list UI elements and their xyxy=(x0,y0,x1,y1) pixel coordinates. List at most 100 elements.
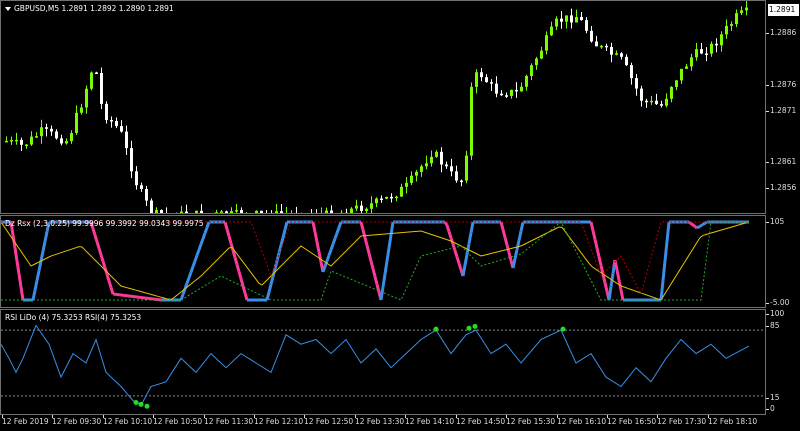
candle-body xyxy=(590,30,593,42)
price-tick: 1.2871 xyxy=(765,106,797,115)
candle-body xyxy=(220,211,223,213)
candle-body xyxy=(745,7,748,11)
rsx-fast-segment xyxy=(692,223,696,228)
candle-body xyxy=(10,140,13,142)
candle-body xyxy=(640,88,643,101)
candle-body xyxy=(215,212,218,213)
rsx-fast-segment xyxy=(337,221,343,229)
candle-body xyxy=(635,78,638,89)
rsx-fast-segment xyxy=(447,231,453,239)
candle-body xyxy=(150,200,153,213)
candle-body xyxy=(125,131,128,149)
candle-body xyxy=(650,100,653,103)
rsx-fast-segment xyxy=(315,241,321,253)
rsx-fast-segment xyxy=(265,291,271,301)
candle-body xyxy=(565,15,568,22)
candle-body xyxy=(430,156,433,164)
chevron-down-icon[interactable] xyxy=(5,7,11,11)
candle-body xyxy=(675,80,678,87)
candle-body xyxy=(390,196,393,199)
rsx-fast-segment xyxy=(702,221,706,226)
rsx-fast-segment xyxy=(33,280,39,291)
rsx-fast-segment xyxy=(663,241,669,262)
rsx-upper-band xyxy=(1,221,749,296)
time-label: 12 Feb 11:30 xyxy=(204,415,254,426)
rsx-fast-segment xyxy=(325,254,331,262)
candle-body xyxy=(260,210,263,213)
candle-body xyxy=(130,148,133,172)
candle-body xyxy=(575,16,578,23)
candle-body xyxy=(240,210,243,213)
rsx-fast-segment xyxy=(385,247,391,262)
candle-body xyxy=(120,126,123,132)
rsx-fast-segment xyxy=(363,237,369,246)
candle-body xyxy=(725,25,728,35)
time-label: 12 Feb 18:10 xyxy=(708,415,758,426)
time-label: 12 Feb 16:10 xyxy=(557,415,607,426)
candle-body xyxy=(500,93,503,96)
candle-body xyxy=(630,65,633,79)
rsx-fast-segment xyxy=(329,243,335,251)
candle-body xyxy=(180,211,183,213)
rsx-fast-segment xyxy=(507,252,513,261)
candle-body xyxy=(135,171,138,186)
time-label: 12 Feb 12:50 xyxy=(304,415,354,426)
candle-body xyxy=(740,10,743,14)
candle-body xyxy=(710,43,713,54)
chart-title: GBPUSD,M5 1.2891 1.2892 1.2890 1.2891 xyxy=(5,4,174,13)
candle-body xyxy=(735,13,738,25)
candle-body xyxy=(585,20,588,31)
rsx-fast-segment xyxy=(281,229,287,238)
candle-body xyxy=(550,26,553,36)
candle-body xyxy=(530,65,533,76)
candle-body xyxy=(355,205,358,209)
rsi-pane[interactable]: RSI LiDo (4) 75.3253 RSI(4) 75.3253 xyxy=(0,309,766,415)
candle-body xyxy=(20,139,23,145)
price-tick: 1.2861 xyxy=(765,157,797,166)
rsx-fast-segment xyxy=(333,232,339,240)
candle-body xyxy=(560,18,563,22)
rsx-fast-segment xyxy=(499,221,505,231)
rsx-fast-segment xyxy=(99,254,105,262)
rsx-fast-segment xyxy=(201,232,207,240)
candle-body xyxy=(375,198,378,204)
time-label: 12 Feb 12:10 xyxy=(254,415,304,426)
rsx-fast-segment xyxy=(15,260,21,275)
rsx-fast-segment xyxy=(501,229,507,238)
candle-body xyxy=(345,212,348,213)
osc-tick: 105 xyxy=(765,217,785,226)
rsx-fast-segment xyxy=(619,289,625,301)
candle-body xyxy=(600,45,603,48)
price-tick: 1.2886 xyxy=(765,28,797,37)
rsi-tick: 0 xyxy=(766,404,775,413)
candle-body xyxy=(445,164,448,167)
candle-body xyxy=(680,68,683,81)
rsx-fast-segment xyxy=(229,242,235,251)
candle-body xyxy=(400,186,403,197)
rsx-fast-segment xyxy=(607,286,613,301)
dz-rsx-pane[interactable]: Dz Rsx (2,3,0.25) 99.9996 99.3992 99.034… xyxy=(0,215,766,308)
candle-body xyxy=(465,155,468,181)
rsx-slow-line xyxy=(1,221,749,301)
rsi-signal-dot xyxy=(560,326,566,332)
candle-body xyxy=(555,18,558,27)
candle-body xyxy=(660,104,663,106)
rsx-fast-segment xyxy=(197,243,203,251)
rsx-fast-segment xyxy=(335,227,341,234)
rsi-signal-dot xyxy=(472,323,478,329)
osc-tick: -5.00 xyxy=(765,298,790,307)
rsi-line xyxy=(1,324,750,406)
rsx-fast-segment xyxy=(513,249,519,260)
candle-body xyxy=(30,136,33,145)
rsx-fast-segment xyxy=(515,240,521,250)
candle-body xyxy=(515,89,518,92)
candle-body xyxy=(425,163,428,167)
time-label: 12 Feb 14:50 xyxy=(456,415,506,426)
rsx-fast-segment xyxy=(369,260,375,270)
rsx-fast-segment xyxy=(227,235,233,244)
candle-body xyxy=(730,24,733,26)
rsi-signal-dot xyxy=(144,403,150,409)
candle-body xyxy=(615,53,618,55)
price-chart-pane[interactable]: GBPUSD,M5 1.2891 1.2892 1.2890 1.2891 xyxy=(0,0,766,214)
rsx-fast-segment xyxy=(463,254,469,266)
